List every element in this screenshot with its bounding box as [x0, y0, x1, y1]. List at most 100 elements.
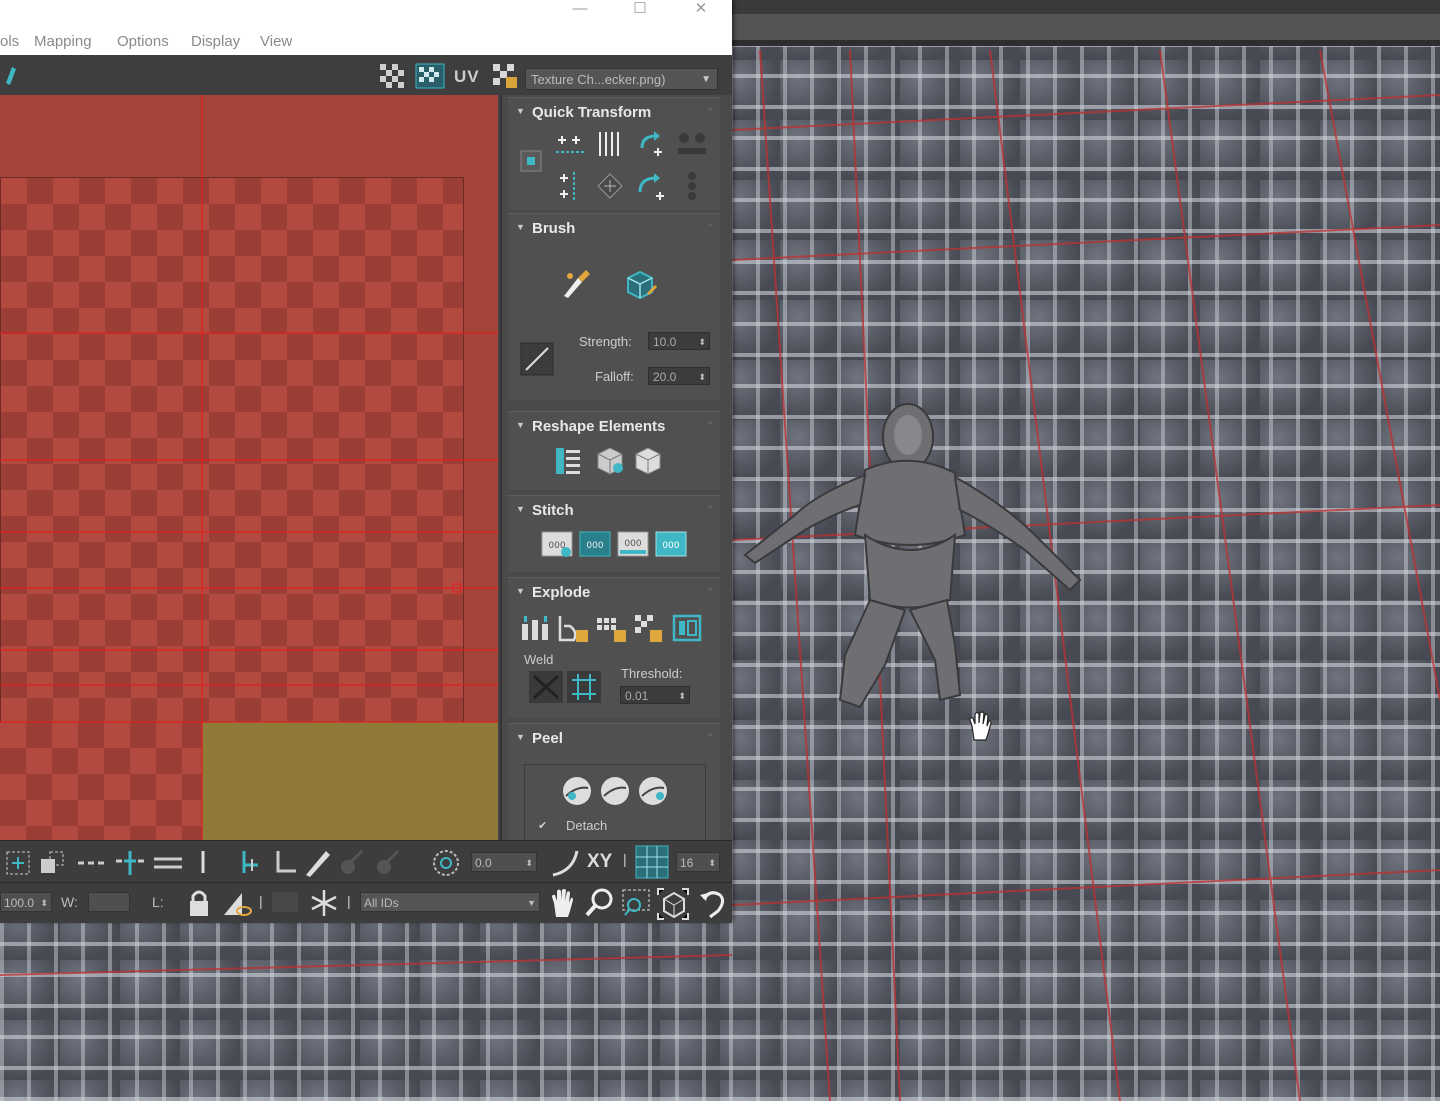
show-map-icon[interactable] [414, 61, 446, 91]
lock-icon[interactable] [186, 887, 212, 919]
explode-teal-icon[interactable] [670, 612, 704, 644]
soft-selection-icon[interactable] [220, 887, 254, 919]
grid-snap-icon[interactable] [635, 845, 669, 879]
pelt-map-icon[interactable] [636, 774, 670, 808]
relax-cube-icon[interactable] [592, 442, 628, 478]
grow-select-icon[interactable] [232, 847, 262, 877]
menu-tools[interactable]: ols [0, 33, 19, 50]
checker-pattern-icon[interactable] [377, 61, 407, 91]
zoom-extents-icon[interactable] [656, 887, 690, 921]
material-id-dropdown[interactable]: All IDs ▼ [360, 892, 540, 912]
weld-selected-icon[interactable] [528, 670, 564, 704]
zoom-region-icon[interactable] [620, 887, 652, 919]
maximize-button[interactable]: ☐ [617, 0, 663, 22]
collapse-arrow-icon[interactable]: ▼ [516, 106, 525, 116]
cube-icon[interactable] [630, 442, 666, 478]
spinner-arrows-icon[interactable]: ⬍ [698, 368, 706, 386]
quick-peel-icon[interactable] [560, 774, 594, 808]
section-title[interactable]: Quick Transform [532, 104, 651, 121]
checker-break-icon[interactable] [632, 612, 666, 644]
select-mode-icon[interactable] [2, 63, 24, 87]
color-swatch[interactable] [272, 892, 298, 912]
pin-icon[interactable]: ▪ [708, 502, 712, 513]
w-value-field[interactable] [88, 892, 130, 912]
spinner-arrows-icon[interactable]: ⬍ [678, 687, 686, 705]
collapse-arrow-icon[interactable]: ▼ [516, 504, 525, 514]
explode-by-material-icon[interactable] [556, 612, 590, 644]
curve-tool-icon[interactable] [549, 847, 581, 879]
section-title[interactable]: Brush [532, 220, 575, 237]
rotation-value-field[interactable]: 0.0 ⬍ [471, 852, 537, 872]
u-value-field[interactable]: 100.0 ⬍ [0, 892, 52, 912]
rotate-cw-icon[interactable] [632, 168, 668, 204]
relax-brush-icon[interactable] [620, 266, 660, 302]
align-horizontal-icon[interactable] [552, 128, 588, 160]
falloff-spinner[interactable]: 20.0 ⬍ [648, 367, 710, 385]
xy-axis-label[interactable]: XY [587, 851, 612, 873]
scale-select-icon[interactable] [38, 849, 66, 877]
shrink-select-icon[interactable] [270, 847, 300, 877]
collapse-arrow-icon[interactable]: ▼ [516, 586, 525, 596]
pin-icon[interactable]: ▪ [708, 104, 712, 115]
edge-select-icon[interactable] [152, 849, 186, 877]
spinner-arrows-icon[interactable]: ⬍ [708, 853, 716, 873]
rotation-gizmo-icon[interactable] [430, 847, 462, 879]
section-title[interactable]: Peel [532, 730, 563, 747]
zoom-icon[interactable] [584, 887, 616, 919]
texture-dropdown[interactable]: Texture Ch...ecker.png) ▼ [525, 68, 718, 90]
explode-by-smoothing-icon[interactable] [518, 612, 552, 644]
paint-select-icon[interactable] [302, 845, 334, 879]
space-vertical-icon[interactable] [592, 128, 628, 160]
ring-select-icon[interactable] [114, 847, 148, 877]
grid-size-field[interactable]: 16 ⬍ [676, 852, 720, 872]
freeform-select-icon[interactable] [4, 849, 32, 877]
collapse-arrow-icon[interactable]: ▼ [516, 420, 525, 430]
weld-target-icon[interactable] [566, 670, 602, 704]
align-center-icon[interactable] [518, 148, 544, 174]
flatten-grid-icon[interactable] [594, 612, 628, 644]
straighten-icon[interactable] [552, 444, 586, 478]
paint-brush-icon[interactable] [558, 266, 594, 302]
l-label: L: [152, 894, 164, 910]
uv-mode-label[interactable]: UV [454, 67, 480, 87]
detach-label[interactable]: Detach [566, 818, 607, 833]
threshold-spinner[interactable]: 0.01 ⬍ [620, 686, 690, 704]
section-title[interactable]: Reshape Elements [532, 418, 665, 435]
collapse-arrow-icon[interactable]: ▼ [516, 222, 525, 232]
texture-checker-icon[interactable] [490, 61, 520, 91]
close-button[interactable]: ✕ [678, 0, 724, 22]
spinner-arrows-icon[interactable]: ⬍ [525, 853, 533, 873]
pin-icon[interactable]: ▪ [708, 584, 712, 595]
minimize-button[interactable]: — [557, 0, 603, 22]
pan-hand-icon[interactable] [548, 887, 576, 919]
rotate-ccw-icon[interactable] [632, 128, 668, 160]
stitch-custom-icon[interactable]: 000 [540, 528, 574, 560]
separator-icon-4: | [347, 893, 351, 909]
peel-mode-icon[interactable] [598, 774, 632, 808]
dropdown-arrow-icon[interactable]: ▼ [527, 893, 536, 913]
pin-icon[interactable]: ▪ [708, 730, 712, 741]
stitch-average-icon[interactable]: 000 [616, 528, 650, 560]
strength-spinner[interactable]: 10.0 ⬍ [648, 332, 710, 350]
section-title[interactable]: Explode [532, 584, 590, 601]
menu-mapping[interactable]: Mapping [34, 33, 92, 50]
pin-icon[interactable]: ▪ [708, 418, 712, 429]
freeze-icon[interactable] [308, 887, 340, 919]
stitch-to-source-icon[interactable]: 000 [578, 528, 612, 560]
menu-options[interactable]: Options [117, 33, 169, 50]
align-vertical-icon[interactable] [552, 168, 588, 204]
detach-checkbox-icon[interactable]: ✔ [538, 819, 547, 832]
collapse-arrow-icon[interactable]: ▼ [516, 732, 525, 742]
rotate-view-icon[interactable] [696, 887, 728, 919]
align-grid-icon[interactable] [592, 168, 628, 204]
menu-display[interactable]: Display [191, 33, 240, 50]
loop-select-icon[interactable] [76, 849, 110, 877]
pin-icon[interactable]: ▪ [708, 220, 712, 231]
uv-edit-canvas[interactable] [0, 95, 498, 840]
stitch-to-target-icon[interactable]: 000 [654, 528, 688, 560]
brush-falloff-icon[interactable] [520, 342, 554, 376]
menu-view[interactable]: View [260, 33, 292, 50]
spinner-arrows-icon[interactable]: ⬍ [40, 893, 48, 913]
spinner-arrows-icon[interactable]: ⬍ [698, 333, 706, 351]
section-title[interactable]: Stitch [532, 502, 574, 519]
